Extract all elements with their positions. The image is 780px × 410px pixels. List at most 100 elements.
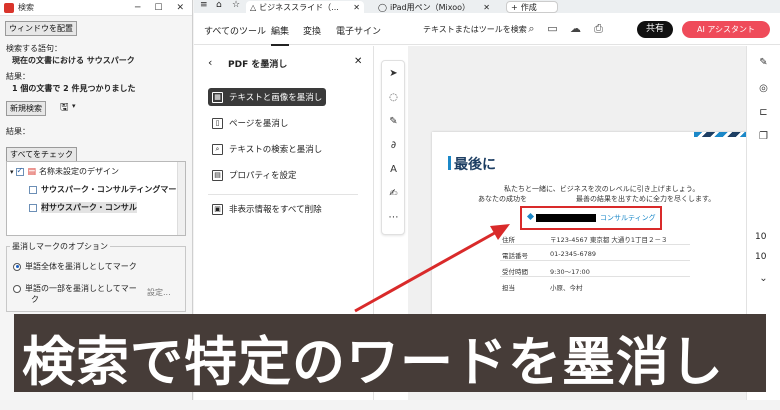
text-box-icon[interactable]: A (387, 163, 400, 176)
fill-sign-icon[interactable]: ✍ (387, 187, 400, 200)
tab-close-icon[interactable]: ✕ (483, 3, 490, 12)
star-icon[interactable]: ☆ (232, 0, 240, 10)
pages-icon[interactable]: ❐ (757, 130, 770, 143)
caption-text: 検索で特定のワードを墨消し (22, 332, 724, 393)
save-icon[interactable]: 🖫 (60, 100, 69, 117)
settings-button[interactable]: 設定... (147, 287, 171, 298)
redact-item-label: テキストの検索と墨消し (229, 145, 323, 155)
remove-hidden-icon: ▣ (212, 203, 223, 215)
total-pages: 10 (755, 252, 767, 262)
pdf-page[interactable]: 最後に 私たちと一緒に、ビジネスを次のレベルに引き上げましょう。 あなたの成功を… (432, 132, 758, 322)
tree-root-checkbox[interactable] (15, 166, 24, 176)
redact-text-images[interactable]: ▦ テキストと画像を墨消し (208, 88, 327, 106)
tree-item[interactable]: 村サウスパーク・コンサル (29, 202, 137, 213)
option-whole-word[interactable]: 単語全体を墨消しとしてマーク (13, 261, 137, 272)
paragraph-line-1: 私たちと一緒に、ビジネスを次のレベルに引き上げましょう。 (504, 185, 700, 193)
radio-whole-word[interactable] (13, 262, 21, 271)
option-whole-word-label: 単語全体を墨消しとしてマーク (25, 262, 137, 271)
home-icon[interactable]: ⌂ (216, 0, 222, 10)
tab-bar: ≡ ⌂ ☆ △ ビジネススライド（... ✕ ◯ iPad用ペン（Mixoo） … (194, 0, 780, 13)
option-partial-word[interactable]: 単語の一部を墨消しとしてマー (13, 283, 137, 294)
corner-stripe (694, 132, 754, 137)
close-icon[interactable]: ✕ (176, 3, 184, 13)
arrange-windows-button[interactable]: ウィンドウを配置 (5, 21, 77, 36)
menu-all-tools[interactable]: すべてのツール (204, 24, 266, 37)
info-value: 小原、今村 (550, 284, 583, 292)
info-row: 担当 小原、今村 (502, 282, 583, 292)
check-all-button[interactable]: すべてをチェック (6, 147, 77, 162)
divider (208, 194, 358, 195)
page-down-icon[interactable]: ⌄ (757, 272, 770, 285)
remove-hidden-info[interactable]: ▣ 非表示情報をすべて削除 (208, 200, 326, 218)
ai-assistant-button[interactable]: AI アシスタント (682, 21, 770, 38)
info-label: 電話番号 (502, 252, 528, 260)
results-label-2: 結果： (6, 127, 30, 136)
tab-label: ビジネススライド（... (259, 2, 339, 12)
more-icon[interactable]: ⋯ (387, 211, 400, 224)
new-search-button[interactable]: 新規検索 (6, 101, 46, 116)
page-title: 最後に (448, 154, 496, 174)
cloud-icon[interactable]: ☁ (569, 22, 582, 35)
caption-banner: 検索で特定のワードを墨消し (14, 314, 766, 393)
plus-icon: + (511, 2, 518, 12)
info-row: 電話番号 01-2345-6789 (502, 250, 596, 260)
menu-icon[interactable]: ≡ (200, 0, 208, 10)
tree-item-checkbox[interactable] (29, 203, 37, 212)
expand-icon[interactable]: ▾ (10, 168, 14, 176)
tab-close-icon[interactable]: ✕ (353, 3, 360, 12)
close-panel-icon[interactable]: ✕ (354, 56, 362, 67)
create-tab-button[interactable]: + 作成 (506, 1, 558, 13)
query-label: 検索する語句： (6, 44, 62, 53)
pen-icon[interactable]: ✎ (387, 115, 400, 128)
globe-icon: ◯ (378, 2, 387, 12)
tab-ipad-pen[interactable]: ◯ iPad用ペン（Mixoo） ✕ (374, 1, 494, 13)
menu-convert[interactable]: 変換 (303, 24, 321, 37)
back-icon[interactable]: ‹ (208, 56, 212, 69)
cursor-icon[interactable]: ➤ (387, 67, 400, 80)
info-label: 住所 (502, 236, 515, 244)
redact-pages[interactable]: ▯ ページを墨消し (208, 114, 292, 132)
results-label: 結果： (6, 72, 30, 81)
tree-item[interactable]: サウスパーク・コンサルティングマーク (29, 184, 184, 195)
menu-edit[interactable]: 編集 (271, 24, 290, 46)
comment-icon[interactable]: ◌ (387, 91, 400, 104)
tree-item-label: 村サウスパーク・コンサル (41, 202, 137, 213)
radio-partial-word[interactable] (13, 284, 21, 293)
share-button[interactable]: 共有 (637, 21, 673, 38)
maximize-icon[interactable]: ☐ (154, 3, 162, 13)
bookmark-icon[interactable]: ⊏ (757, 106, 770, 119)
tree-scrollbar[interactable] (177, 162, 185, 235)
option-partial-label-2: ク (31, 295, 39, 304)
minimize-icon[interactable]: ─ (135, 3, 140, 13)
tree-item-label: サウスパーク・コンサルティングマーク (41, 185, 185, 194)
redact-item-label: プロパティを設定 (229, 171, 297, 181)
tree-root[interactable]: ▾ ▤ 名称未設定のデザイン (10, 166, 119, 177)
info-divider (500, 244, 690, 245)
info-value: 01-2345-6789 (550, 250, 597, 258)
search-titlebar: 検索 ─ ☐ ✕ (0, 0, 192, 16)
results-tree: ▾ ▤ 名称未設定のデザイン サウスパーク・コンサルティングマーク 村サウスパー… (6, 161, 186, 236)
lasso-icon[interactable]: ∂ (387, 139, 400, 152)
info-value: 〒123-4567 東京都 大通り1丁目２－３ (550, 236, 668, 244)
tree-item-checkbox[interactable] (29, 185, 37, 194)
set-properties[interactable]: ▤ プロパティを設定 (208, 166, 301, 184)
find-and-redact[interactable]: ⌕ テキストの検索と墨消し (208, 140, 326, 158)
tools-search-input[interactable]: テキストまたはツールを検索 (423, 24, 527, 35)
tab-business-slide[interactable]: △ ビジネススライド（... ✕ (246, 1, 364, 13)
current-page[interactable]: 10 (755, 232, 766, 242)
comment-panel-icon[interactable]: ◎ (757, 82, 770, 95)
redact-item-label: 非表示情報をすべて削除 (229, 205, 322, 215)
search-icon[interactable]: ⌕ (525, 22, 538, 35)
chevron-down-icon[interactable]: ▾ (72, 102, 76, 110)
print-icon[interactable]: ⎙ (592, 22, 605, 35)
find-redact-icon: ⌕ (212, 143, 223, 155)
edit-pdf-icon[interactable]: ✎ (757, 56, 770, 69)
info-row: 住所 〒123-4567 東京都 大通り1丁目２－３ (502, 234, 668, 244)
quick-tools-strip: ➤ ◌ ✎ ∂ A ✍ ⋯ (381, 60, 405, 235)
query-text: 現在の文書における サウスパーク (12, 56, 135, 65)
save-file-icon[interactable]: ▭ (546, 22, 559, 35)
tab-label: iPad用ペン（Mixoo） (389, 2, 471, 12)
option-partial-label-1: 単語の一部を墨消しとしてマー (25, 284, 137, 293)
menu-e-sign[interactable]: 電子サイン (336, 24, 381, 37)
properties-icon: ▤ (212, 169, 223, 181)
